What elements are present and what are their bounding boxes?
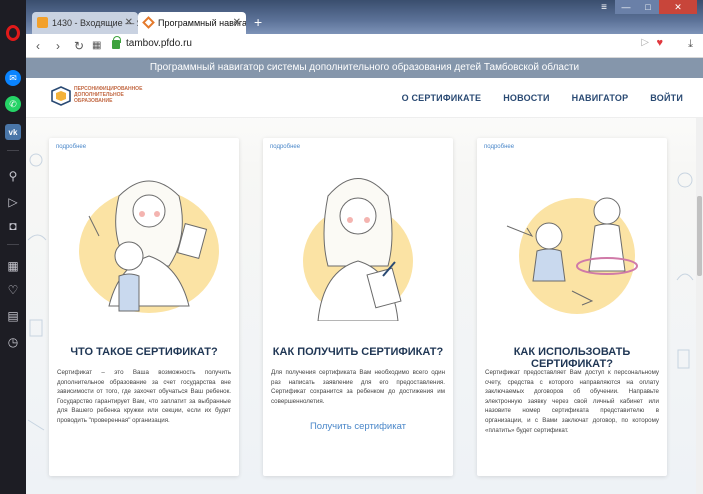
vk-icon[interactable]: vk	[5, 124, 21, 140]
main-nav: О СЕРТИФИКАТЕ НОВОСТИ НАВИГАТОР ВОЙТИ	[402, 78, 683, 118]
nav-login[interactable]: ВОЙТИ	[650, 93, 683, 103]
card-title: КАК ПОЛУЧИТЬ СЕРТИФИКАТ?	[272, 346, 444, 358]
mail-icon	[37, 17, 48, 28]
close-icon[interactable]: ✕	[233, 12, 241, 34]
easy-setup-icon[interactable]: ≡	[601, 2, 607, 13]
tab-mail[interactable]: 1430 - Входящие — Яндек ✕	[32, 12, 138, 34]
more-link[interactable]: подробнее	[270, 144, 300, 150]
flow-icon[interactable]: ▷	[5, 194, 21, 210]
back-icon[interactable]: ‹	[36, 38, 40, 54]
kids-activities-illustration	[506, 197, 638, 314]
reload-icon[interactable]: ↻	[74, 38, 84, 54]
close-icon[interactable]: ✕	[125, 12, 133, 34]
card-what-is-certificate: подробнее ЧТО ТАКОЕ СЕРТИФИКАТ? Сертифик…	[49, 138, 239, 476]
whatsapp-icon[interactable]: ✆	[5, 96, 21, 112]
more-link[interactable]: подробнее	[484, 144, 514, 150]
snapshot-icon[interactable]: ◘	[5, 218, 21, 234]
site-logo-text[interactable]: ПЕРСОНИФИЦИРОВАННОЕ ДОПОЛНИТЕЛЬНОЕ ОБРАЗ…	[74, 86, 144, 104]
card-text: Сертификат – это Ваша возможность получи…	[57, 369, 231, 424]
card-title: ЧТО ТАКОЕ СЕРТИФИКАТ?	[70, 346, 218, 358]
forward-icon[interactable]: ›	[56, 38, 60, 54]
opera-logo-icon[interactable]	[6, 25, 20, 41]
sidebar-divider	[7, 150, 19, 151]
nav-about-certificate[interactable]: О СЕРТИФИКАТЕ	[402, 93, 482, 103]
more-link[interactable]: подробнее	[56, 144, 86, 150]
maximize-button[interactable]: □	[637, 0, 659, 14]
news-icon[interactable]: ▤	[5, 308, 21, 324]
send-to-flow-icon[interactable]: ▷	[641, 37, 649, 48]
lock-icon	[112, 36, 121, 49]
sidebar-divider	[7, 244, 19, 245]
card-text: Для получения сертификата Вам необходимо…	[271, 369, 445, 405]
tab-strip: 1430 - Входящие — Яндек ✕ Программный на…	[26, 0, 703, 34]
woman-writing-illustration	[303, 178, 413, 321]
new-tab-button[interactable]: +	[254, 12, 268, 32]
speed-dial-grid-icon[interactable]: ▦	[92, 38, 101, 54]
minimize-button[interactable]: —	[615, 0, 637, 14]
tab-pfdo[interactable]: Программный навигатор ✕	[138, 12, 246, 34]
url-text[interactable]: tambov.pfdo.ru	[126, 38, 192, 49]
messenger-icon[interactable]: ✉	[5, 70, 21, 86]
web-page: Программный навигатор системы дополнител…	[26, 58, 703, 494]
card-how-to-use-certificate: подробнее КАК ИСПОЛЬЗОВАТЬ СЕРТИФИКАТ? С…	[477, 138, 667, 476]
background-doodles	[27, 153, 47, 431]
download-icon[interactable]: ⤓	[688, 38, 693, 51]
history-icon[interactable]: ◷	[5, 334, 21, 350]
card-title: КАК ИСПОЛЬЗОВАТЬ СЕРТИФИКАТ?	[513, 346, 631, 370]
url-field[interactable]: tambov.pfdo.ru ▷ ♥	[112, 36, 663, 55]
search-icon[interactable]: ⚲	[5, 168, 21, 184]
opera-sidebar: ✉ ✆ vk ⚲ ▷ ◘ ▦ ♡ ▤ ◷	[0, 0, 26, 494]
background-doodles	[676, 172, 694, 369]
window-close-button[interactable]: ✕	[659, 0, 697, 14]
pfdo-favicon	[142, 16, 155, 29]
address-bar: ‹ › ↻ ▦ tambov.pfdo.ru ▷ ♥ ⤓	[26, 34, 703, 58]
site-banner: Программный навигатор системы дополнител…	[26, 58, 703, 78]
page-scrollbar[interactable]	[696, 118, 703, 494]
card-text: Сертификат предоставляет Вам доступ к пе…	[485, 369, 659, 434]
nav-news[interactable]: НОВОСТИ	[503, 93, 549, 103]
site-logo-icon[interactable]	[50, 85, 72, 107]
site-header: ПЕРСОНИФИЦИРОВАННОЕ ДОПОЛНИТЕЛЬНОЕ ОБРАЗ…	[26, 78, 703, 118]
favorites-icon[interactable]: ♡	[5, 282, 21, 298]
speed-dial-icon[interactable]: ▦	[5, 258, 21, 274]
card-how-to-get-certificate: подробнее КАК ПОЛУЧИТЬ СЕРТИФИКАТ? Для п…	[263, 138, 453, 476]
get-certificate-link[interactable]: Получить сертификат	[263, 421, 453, 432]
mother-child-illustration	[79, 180, 219, 313]
scrollbar-thumb[interactable]	[697, 196, 702, 276]
bookmark-heart-icon[interactable]: ♥	[656, 37, 663, 49]
nav-navigator[interactable]: НАВИГАТОР	[572, 93, 629, 103]
